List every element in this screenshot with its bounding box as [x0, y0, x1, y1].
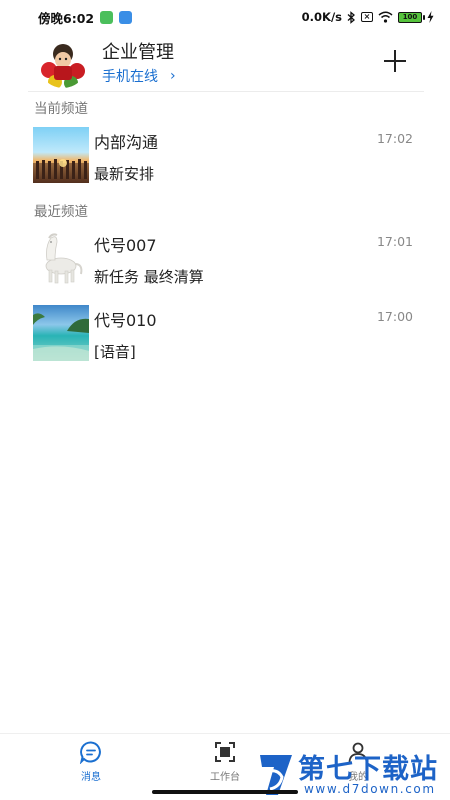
- chat-name: 代号007: [94, 236, 157, 255]
- chat-name: 代号010: [94, 311, 157, 330]
- chat-thumbnail: [33, 230, 89, 286]
- status-time: 傍晚6:02: [38, 10, 95, 26]
- message-icon: [79, 741, 101, 764]
- section-label-current: 当前频道: [34, 101, 88, 117]
- chat-thumbnail: [33, 127, 89, 183]
- watermark-name: 第七下载站: [298, 754, 438, 785]
- nav-item-workbench[interactable]: 工作台: [190, 740, 260, 783]
- white-horse-image: [33, 230, 89, 286]
- home-indicator[interactable]: [152, 790, 298, 794]
- status-bar: 傍晚6:02 0.0K/s × 100: [0, 0, 450, 34]
- page-title: 企业管理: [102, 42, 174, 63]
- chat-item-007[interactable]: 代号007 新任务 最终清算 17:01: [0, 230, 450, 294]
- watermark-url: www.d7down.com: [304, 782, 436, 796]
- section-label-recent: 最近频道: [34, 204, 88, 220]
- chat-name: 内部沟通: [94, 133, 159, 152]
- bluetooth-icon: [347, 10, 355, 24]
- online-status-link[interactable]: 手机在线 ›: [102, 66, 176, 86]
- chevron-right-icon: ›: [170, 68, 176, 84]
- beach-image: [33, 305, 89, 361]
- add-button[interactable]: [382, 48, 408, 74]
- chat-preview: [语音]: [94, 343, 136, 361]
- wechat-notification-icon: [100, 10, 114, 24]
- battery-icon: 100: [398, 11, 425, 23]
- nav-item-messages[interactable]: 消息: [56, 740, 126, 783]
- chat-preview: 最新安排: [94, 165, 155, 183]
- chat-thumbnail: [33, 305, 89, 361]
- chat-preview: 新任务 最终清算: [94, 268, 204, 286]
- app-notification-icon: [119, 10, 133, 24]
- nav-label: 工作台: [210, 772, 240, 783]
- header: 企业管理 手机在线 ›: [0, 36, 450, 90]
- divider: [28, 91, 424, 92]
- avatar[interactable]: [39, 40, 87, 88]
- sunset-group-image: [33, 127, 89, 183]
- charging-icon: [427, 11, 434, 23]
- avatar-image: [39, 40, 87, 88]
- chat-item-010[interactable]: 代号010 [语音] 17:00: [0, 305, 450, 369]
- network-speed: 0.0K/s: [301, 10, 342, 24]
- workbench-icon: [215, 742, 235, 762]
- online-status-label: 手机在线: [102, 69, 158, 85]
- chat-item-internal[interactable]: 内部沟通 最新安排 17:02: [0, 127, 450, 191]
- sim-icon: ×: [361, 12, 373, 22]
- chat-time: 17:01: [376, 234, 413, 249]
- chat-time: 17:00: [376, 309, 413, 324]
- chat-time: 17:02: [376, 131, 413, 146]
- nav-label: 消息: [81, 772, 101, 783]
- wifi-icon: [378, 11, 393, 23]
